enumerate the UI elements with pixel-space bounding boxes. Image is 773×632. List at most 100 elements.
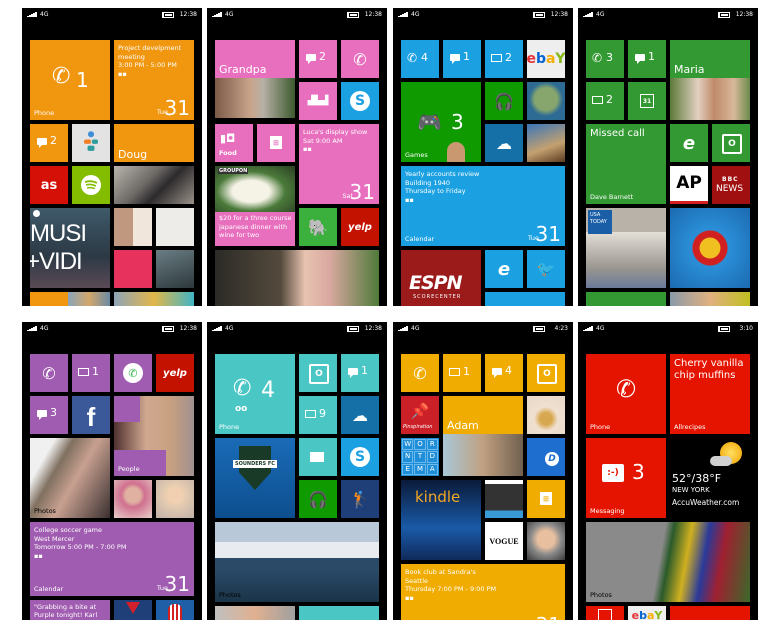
delta-tile[interactable] xyxy=(114,600,152,620)
espn-tile[interactable]: ESPN SCORECENTER xyxy=(401,250,481,306)
rooms-tile[interactable]: ▟▙▟ xyxy=(299,82,337,120)
phone-tile[interactable]: ✆ 3 xyxy=(586,40,624,78)
wallet-tile[interactable] xyxy=(299,438,337,476)
outlook-tile[interactable]: O xyxy=(712,124,750,162)
skydrive-tile[interactable]: ☁ xyxy=(341,396,379,434)
pinterest-tile[interactable]: 📌 Pinspiration xyxy=(401,396,439,434)
phone-tile[interactable]: ✆ 4 xyxy=(401,40,439,78)
calendar-tile[interactable]: Luca's display show Sat 9:00 AM ▪▪ Sat 3… xyxy=(299,124,379,204)
contact-tile-adam[interactable]: Adam xyxy=(443,396,523,434)
outlook-tile[interactable]: O xyxy=(299,354,337,392)
phone-tile[interactable]: ✆ xyxy=(30,354,68,392)
mail-tile[interactable]: 9 xyxy=(299,396,337,434)
contact-tile-grandpa[interactable]: Grandpa xyxy=(215,40,295,78)
messaging-tile[interactable]: 1 xyxy=(341,354,379,392)
dictionary-tile[interactable]: D xyxy=(527,438,565,476)
phone-tile[interactable]: ✆ xyxy=(341,40,379,78)
mail-tile[interactable]: 1 xyxy=(443,354,481,392)
kindle-tile[interactable]: kindle xyxy=(401,480,481,560)
people-photo-tile[interactable] xyxy=(114,166,194,204)
maria-photo[interactable] xyxy=(670,78,750,120)
fashion-app-tile[interactable] xyxy=(485,480,523,518)
plants-vs-zombies-tile[interactable] xyxy=(527,82,565,120)
dog-photo-tile[interactable] xyxy=(68,292,110,306)
app-tile-hat[interactable] xyxy=(114,292,194,306)
usa-today-tile[interactable]: USA TODAY xyxy=(586,208,666,288)
messaging-tile[interactable]: 2 xyxy=(30,124,68,162)
wordament-tile[interactable]: W O R N T D E M A xyxy=(401,438,439,476)
photos-tile[interactable]: Photos xyxy=(30,438,110,518)
sounders-tile[interactable]: SOUNDERS FC xyxy=(215,438,295,518)
grandpa-photo[interactable] xyxy=(215,78,295,118)
store-tile[interactable]: ⊞ xyxy=(257,124,295,162)
calendar-app-tile[interactable] xyxy=(586,606,624,620)
twitter-tile[interactable]: 🐦 xyxy=(527,250,565,288)
mail-tile[interactable]: 1 xyxy=(72,354,110,392)
status-update-tile[interactable]: "Grabbing a bite at Purple tonight! Karl xyxy=(30,600,110,620)
messaging-tile[interactable]: 3 xyxy=(30,396,68,434)
evernote-tile[interactable]: 🐘 xyxy=(299,208,337,246)
calendar-tile[interactable]: Yearly accounts review Building 1940 Thu… xyxy=(401,166,565,246)
golf-tile[interactable]: 🏌 xyxy=(341,480,379,518)
friend-photo-tile[interactable] xyxy=(527,522,565,560)
messaging-tile[interactable]: 2 xyxy=(299,40,337,78)
tunein-tile[interactable] xyxy=(72,124,110,162)
phone-tile[interactable]: ✆ 1 Phone xyxy=(30,40,110,120)
game-art-tile[interactable] xyxy=(527,124,565,162)
contact-tile-maria[interactable]: Maria xyxy=(670,40,750,78)
album-tile-4[interactable] xyxy=(156,250,194,288)
allrecipes-tile[interactable]: Cherry vanilla chip muffins Allrecipes xyxy=(670,354,750,434)
skype-tile[interactable]: S xyxy=(341,82,379,120)
messaging-tile[interactable]: :-) 3 Messaging xyxy=(586,438,666,518)
messaging-tile[interactable]: 4 xyxy=(485,354,523,392)
games-tile[interactable]: 🎮 3 Games xyxy=(401,82,481,162)
photos-tile[interactable]: Photos xyxy=(586,522,750,602)
missed-call-tile[interactable]: Missed call Dave Barnett xyxy=(586,124,666,204)
calendar-app-tile[interactable]: 31 xyxy=(628,82,666,120)
calendar-tile[interactable]: Book club at Sandra's Seattle Thursday 7… xyxy=(401,564,565,620)
red-tile[interactable] xyxy=(670,606,750,620)
phone-tile[interactable]: ✆ 4 oo Phone xyxy=(215,354,295,434)
wedding-app-tile[interactable] xyxy=(527,396,565,434)
music-tile[interactable]: 🎧 xyxy=(299,480,337,518)
ap-tile[interactable]: AP xyxy=(670,166,708,204)
ebay-tile[interactable]: ebaY xyxy=(628,606,666,620)
calendar-tile[interactable]: College soccer game West Mercer Tomorrow… xyxy=(30,522,194,596)
yelp-tile[interactable]: yelp xyxy=(156,354,194,392)
baby-photo-tile[interactable] xyxy=(670,292,750,306)
ie-tile[interactable]: e xyxy=(485,250,523,288)
calendar-tile[interactable]: Project develpment meeting 3:00 PM - 5:0… xyxy=(114,40,194,120)
teal-tile[interactable] xyxy=(299,606,379,620)
phone-tile[interactable]: ✆ xyxy=(401,354,439,392)
people-tile[interactable]: People xyxy=(114,396,194,476)
mail-tile[interactable]: 2 xyxy=(586,82,624,120)
skydrive-tile[interactable]: ☁ xyxy=(485,124,523,162)
outlook-tile[interactable]: O xyxy=(527,354,565,392)
groupon-tile[interactable]: GROUPON $20 for a three course japanese … xyxy=(215,166,295,246)
mail-tile[interactable]: 2 xyxy=(485,40,523,78)
skype-tile[interactable]: S xyxy=(341,438,379,476)
people-photo-2[interactable] xyxy=(156,480,194,518)
blue-tile[interactable] xyxy=(485,292,565,306)
photos-tile[interactable]: Photos xyxy=(215,522,379,602)
music-video-tile[interactable]: MUSI +VIDI xyxy=(30,208,110,288)
spotify-tile[interactable] xyxy=(72,166,110,204)
album-tile-3[interactable] xyxy=(114,250,152,288)
music-tile[interactable]: 🎧 xyxy=(485,82,523,120)
child-photo-tile[interactable] xyxy=(215,606,295,620)
orange-tile[interactable] xyxy=(30,292,68,306)
movies-tile[interactable] xyxy=(156,600,194,620)
facebook-tile[interactable]: f xyxy=(72,396,110,434)
adam-photo[interactable] xyxy=(443,434,523,476)
messaging-tile[interactable]: 1 xyxy=(628,40,666,78)
green-tile[interactable] xyxy=(586,292,666,306)
messaging-tile[interactable]: 1 xyxy=(443,40,481,78)
whatsapp-tile[interactable]: ✆ xyxy=(114,354,152,392)
lastfm-tile[interactable]: as xyxy=(30,166,68,204)
people-photo-1[interactable] xyxy=(114,480,152,518)
bbc-news-tile[interactable]: BBC NEWS xyxy=(712,166,750,204)
album-tile-2[interactable] xyxy=(156,208,194,246)
contact-tile-doug[interactable]: Doug xyxy=(114,124,194,162)
snowboard-game-tile[interactable] xyxy=(670,208,750,288)
weather-tile[interactable]: 52°/38°F NEW YORK AccuWeather.com xyxy=(670,438,750,518)
